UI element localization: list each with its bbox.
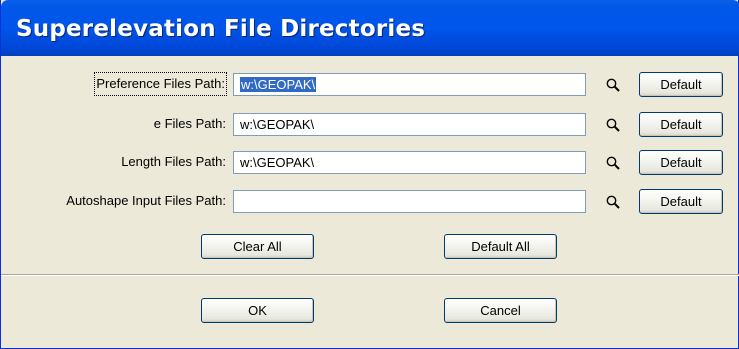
length-files-path-label: Length Files Path: — [121, 154, 226, 169]
cancel-button[interactable]: Cancel — [444, 298, 557, 323]
e-files-path-label: e Files Path: — [153, 116, 226, 131]
preference-files-path-value: w:\GEOPAK\ — [240, 77, 317, 92]
magnifier-icon — [606, 78, 620, 92]
preference-files-default-button[interactable]: Default — [639, 72, 723, 97]
magnifier-icon — [606, 156, 620, 170]
default-all-button[interactable]: Default All — [444, 234, 557, 259]
superelevation-dialog: Superelevation File Directories Preferen… — [0, 0, 739, 349]
magnifier-icon — [606, 195, 620, 209]
preference-files-browse-button[interactable] — [602, 74, 624, 96]
window-title: Superelevation File Directories — [16, 16, 426, 42]
length-files-path-input[interactable]: w:\GEOPAK\ — [233, 151, 586, 174]
preference-files-path-label: Preference Files Path: — [94, 72, 227, 96]
e-files-browse-button[interactable] — [602, 114, 624, 136]
autoshape-input-files-browse-button[interactable] — [602, 191, 624, 213]
footer-divider — [1, 274, 739, 276]
ok-button[interactable]: OK — [201, 298, 314, 323]
autoshape-input-files-default-button[interactable]: Default — [639, 189, 723, 214]
clear-all-button[interactable]: Clear All — [201, 234, 314, 259]
length-files-browse-button[interactable] — [602, 152, 624, 174]
title-bar[interactable]: Superelevation File Directories — [1, 0, 739, 56]
magnifier-icon — [606, 118, 620, 132]
e-files-default-button[interactable]: Default — [639, 112, 723, 137]
length-files-default-button[interactable]: Default — [639, 150, 723, 175]
autoshape-input-files-path-label: Autoshape Input Files Path: — [66, 193, 226, 208]
autoshape-input-files-path-input[interactable] — [233, 190, 586, 213]
preference-files-path-input[interactable]: w:\GEOPAK\ — [233, 73, 586, 96]
e-files-path-input[interactable]: w:\GEOPAK\ — [233, 113, 586, 136]
